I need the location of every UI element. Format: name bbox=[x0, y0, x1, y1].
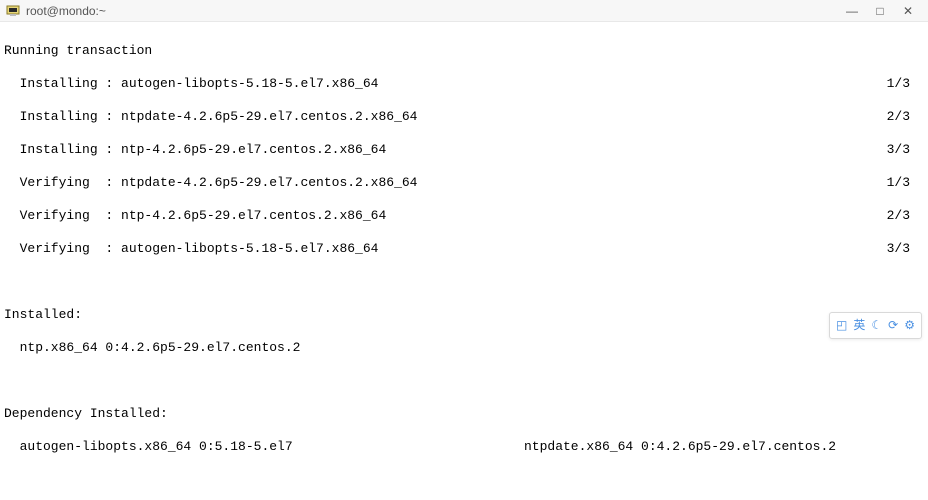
close-button[interactable]: ✕ bbox=[894, 4, 922, 18]
tx-row: Verifying : autogen-libopts-5.18-5.el7.x… bbox=[4, 241, 922, 258]
maximize-button[interactable]: □ bbox=[866, 4, 894, 18]
tx-row: Installing : autogen-libopts-5.18-5.el7.… bbox=[4, 76, 922, 93]
tx-row: Verifying : ntp-4.2.6p5-29.el7.centos.2.… bbox=[4, 208, 922, 225]
installed-pkg: ntp.x86_64 0:4.2.6p5-29.el7.centos.2 bbox=[4, 340, 922, 357]
tx-row-left: Installing : ntp-4.2.6p5-29.el7.centos.2… bbox=[4, 142, 887, 159]
titlebar: root@mondo:~ — □ ✕ bbox=[0, 0, 928, 22]
blank-line bbox=[4, 373, 922, 390]
tx-row-right: 2/3 bbox=[887, 208, 922, 225]
tx-row-left: Verifying : autogen-libopts-5.18-5.el7.x… bbox=[4, 241, 887, 258]
tx-row-right: 1/3 bbox=[887, 175, 922, 192]
tx-row-right: 1/3 bbox=[887, 76, 922, 93]
tx-row-right: 3/3 bbox=[887, 142, 922, 159]
dep-left: autogen-libopts.x86_64 0:5.18-5.el7 bbox=[4, 439, 524, 456]
tx-row-right: 2/3 bbox=[887, 109, 922, 126]
dep-header: Dependency Installed: bbox=[4, 406, 922, 423]
tx-header: Running transaction bbox=[4, 43, 922, 60]
tx-row: Installing : ntpdate-4.2.6p5-29.el7.cent… bbox=[4, 109, 922, 126]
tx-row-left: Verifying : ntpdate-4.2.6p5-29.el7.cento… bbox=[4, 175, 887, 192]
blank-line bbox=[4, 274, 922, 291]
terminal[interactable]: Running transaction Installing : autogen… bbox=[0, 22, 928, 500]
installed-header: Installed: bbox=[4, 307, 922, 324]
ime-toggle[interactable]: 英 bbox=[853, 317, 865, 334]
tx-row: Verifying : ntpdate-4.2.6p5-29.el7.cento… bbox=[4, 175, 922, 192]
minimize-button[interactable]: — bbox=[838, 4, 866, 18]
tx-row-left: Installing : autogen-libopts-5.18-5.el7.… bbox=[4, 76, 887, 93]
tx-row-left: Verifying : ntp-4.2.6p5-29.el7.centos.2.… bbox=[4, 208, 887, 225]
history-icon[interactable]: ⟳ bbox=[888, 317, 898, 334]
tx-row: Installing : ntp-4.2.6p5-29.el7.centos.2… bbox=[4, 142, 922, 159]
dep-right: ntpdate.x86_64 0:4.2.6p5-29.el7.centos.2 bbox=[524, 439, 836, 456]
moon-icon[interactable]: ☾ bbox=[871, 317, 882, 334]
tx-row-right: 3/3 bbox=[887, 241, 922, 258]
dep-row: autogen-libopts.x86_64 0:5.18-5.el7ntpda… bbox=[4, 439, 922, 456]
gear-icon[interactable]: ⚙ bbox=[904, 317, 915, 334]
floating-toolbar: ◰ 英 ☾ ⟳ ⚙ bbox=[829, 312, 922, 339]
blank-line bbox=[4, 472, 922, 489]
window-title: root@mondo:~ bbox=[26, 4, 838, 18]
putty-icon bbox=[6, 4, 20, 18]
expand-icon[interactable]: ◰ bbox=[836, 317, 847, 334]
tx-row-left: Installing : ntpdate-4.2.6p5-29.el7.cent… bbox=[4, 109, 887, 126]
